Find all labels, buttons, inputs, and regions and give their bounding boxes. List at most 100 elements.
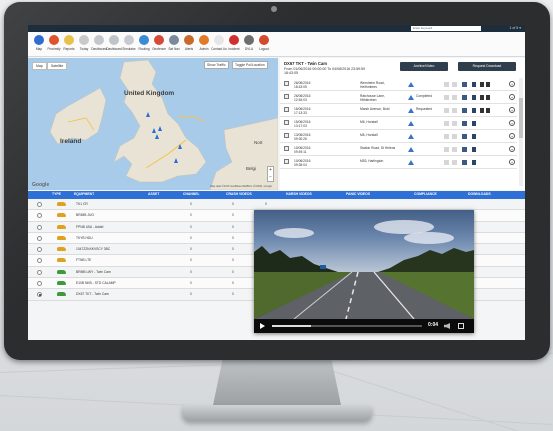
row-radio[interactable] — [37, 235, 42, 241]
toolbar-dvla-button[interactable]: DVLA — [242, 32, 256, 57]
link-icon[interactable] — [444, 82, 449, 87]
panel-scrollbar[interactable] — [519, 78, 523, 186]
link-icon[interactable] — [444, 95, 449, 100]
copy-icon[interactable] — [452, 82, 457, 87]
video-list-item[interactable]: 26/06/2016 12:54:03 Ratchouse Lane, Hithki… — [280, 91, 517, 104]
expand-icon[interactable]: + — [509, 159, 515, 165]
expand-icon[interactable]: + — [509, 94, 515, 100]
user-menu[interactable]: 1 of 5 ▾ — [510, 25, 522, 32]
save-icon[interactable] — [462, 95, 467, 100]
column-header[interactable]: TYPE — [52, 192, 61, 196]
row-radio[interactable] — [37, 247, 42, 253]
copy-icon[interactable] — [452, 147, 457, 152]
save-icon[interactable] — [462, 108, 467, 113]
request-download-button[interactable]: Request Download — [458, 62, 516, 71]
map-view[interactable]: Map Satellite Show Traffic Toggle Poi/Lo… — [28, 58, 278, 190]
toolbar-incident-button[interactable]: Incident — [227, 32, 241, 57]
expand-icon[interactable]: + — [509, 146, 515, 152]
row-checkbox[interactable] — [284, 159, 289, 164]
toolbar-dashboard-button[interactable]: Dashboard — [91, 32, 107, 57]
toolbar-logout-button[interactable]: Logout — [257, 32, 271, 57]
volume-icon[interactable] — [444, 323, 450, 329]
column-header[interactable]: PANIC VIDEOS — [346, 192, 370, 196]
save-icon[interactable] — [462, 134, 467, 139]
search-input[interactable]: Enter keyword — [411, 26, 481, 31]
toolbar-geofence-button[interactable]: Geofence — [152, 32, 166, 57]
row-checkbox[interactable] — [284, 146, 289, 151]
column-header[interactable]: CHANNEL — [183, 192, 200, 196]
row-radio[interactable] — [37, 269, 42, 275]
show-traffic-button[interactable]: Show Traffic — [204, 61, 229, 69]
video-player[interactable]: 0:04 — [254, 210, 474, 333]
toolbar-alerts-button[interactable]: Alerts — [182, 32, 196, 57]
row-radio[interactable] — [37, 281, 42, 287]
toolbar-map-button[interactable]: Map — [32, 32, 46, 57]
copy-icon[interactable] — [452, 108, 457, 113]
row-checkbox[interactable] — [284, 81, 289, 86]
save-icon[interactable] — [462, 121, 467, 126]
row-checkbox[interactable] — [284, 120, 289, 125]
expand-icon[interactable]: + — [509, 107, 515, 113]
row-radio[interactable] — [37, 224, 42, 230]
expand-icon[interactable]: + — [509, 133, 515, 139]
download-icon[interactable] — [472, 147, 476, 152]
link-icon[interactable] — [444, 147, 449, 152]
satellite-view-button[interactable]: Satellite — [46, 62, 68, 70]
expand-icon[interactable]: + — [509, 81, 515, 87]
video-list-item[interactable]: 16/06/2016 17:13:33 Marsh Avenue, Bold Requ… — [280, 104, 517, 117]
column-header[interactable]: ASSET — [148, 192, 159, 196]
copy-icon[interactable] — [452, 134, 457, 139]
column-header[interactable]: CRASH VIDEOS — [226, 192, 252, 196]
link-icon[interactable] — [444, 121, 449, 126]
row-checkbox[interactable] — [284, 107, 289, 112]
link-icon[interactable] — [444, 160, 449, 165]
download-icon[interactable] — [472, 160, 476, 165]
row-radio[interactable] — [37, 213, 42, 219]
download-icon[interactable] — [472, 95, 476, 100]
download-icon[interactable] — [472, 134, 476, 139]
toolbar-routing-button[interactable]: Routing — [137, 32, 151, 57]
video-progress-bar[interactable] — [272, 325, 422, 327]
save-icon[interactable] — [462, 160, 467, 165]
copy-icon[interactable] — [452, 121, 457, 126]
toolbar-satnav-button[interactable]: Sat Nav — [167, 32, 181, 57]
vehicle-marker[interactable] — [178, 144, 182, 149]
column-header[interactable]: EQUIPMENT — [74, 192, 94, 196]
video-list-item[interactable]: 15/06/2016 13:17:03 M6, Horstall + — [280, 117, 517, 130]
vehicle-marker[interactable] — [146, 112, 150, 117]
toolbar-simulator-button[interactable]: Simulator — [122, 32, 136, 57]
play-icon[interactable] — [260, 323, 265, 329]
save-icon[interactable] — [462, 82, 467, 87]
row-radio[interactable] — [37, 292, 42, 298]
archive-video-button[interactable]: Archive/Video — [400, 62, 448, 71]
download-icon[interactable] — [472, 108, 476, 113]
link-icon[interactable] — [444, 108, 449, 113]
column-header[interactable]: DOWNLOADS — [468, 192, 491, 196]
row-radio[interactable] — [37, 202, 42, 207]
video-list-item[interactable]: 10/06/2016 09:49:11 Station Road, St Helen… — [280, 143, 517, 156]
video-list-item[interactable]: 10/06/2016 09:28:04 M53, Harlington + — [280, 156, 517, 169]
link-icon[interactable] — [444, 134, 449, 139]
column-header[interactable]: HARSH VIDEOS — [286, 192, 312, 196]
row-checkbox[interactable] — [284, 133, 289, 138]
expand-icon[interactable]: + — [509, 120, 515, 126]
video-list-item[interactable]: 26/06/2016 18:43:05 Wernheim Road, Heithmb… — [280, 78, 517, 91]
download-icon[interactable] — [472, 82, 476, 87]
zoom-control[interactable]: + − — [267, 166, 274, 182]
column-header[interactable]: COMPLIANCE — [414, 192, 437, 196]
toggle-poi-button[interactable]: Toggle Poi/Location — [232, 61, 268, 69]
toolbar-proximity-button[interactable]: Proximity — [47, 32, 61, 57]
save-icon[interactable] — [462, 147, 467, 152]
toolbar-reports-button[interactable]: Reports — [62, 32, 76, 57]
vehicle-marker[interactable] — [152, 128, 156, 133]
toolbar-contact-button[interactable]: Contact Us — [211, 32, 227, 57]
copy-icon[interactable] — [452, 95, 457, 100]
map-view-button[interactable]: Map — [32, 62, 47, 70]
toolbar-dashboard2-button[interactable]: Dashboard — [106, 32, 122, 57]
toolbar-admin-button[interactable]: Admin — [197, 32, 211, 57]
vehicle-marker[interactable] — [155, 134, 159, 139]
fullscreen-icon[interactable] — [458, 323, 464, 329]
row-checkbox[interactable] — [284, 94, 289, 99]
video-list-item[interactable]: 13/06/2016 09:30:26 M6, Horstall + — [280, 130, 517, 143]
download-icon[interactable] — [472, 121, 476, 126]
